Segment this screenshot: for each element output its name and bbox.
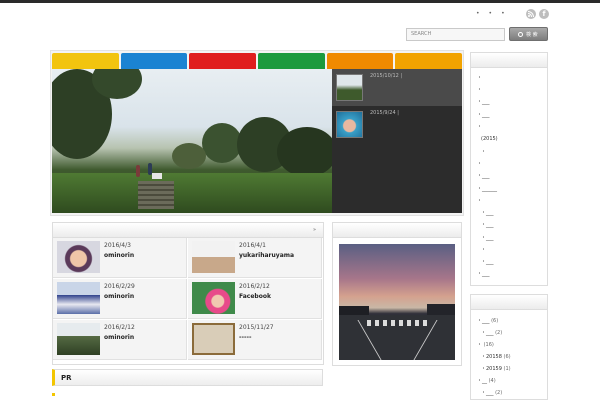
- sidebar-link-8[interactable]: ・: [477, 160, 482, 167]
- slide-date-1: 2015/10/12 |: [370, 73, 403, 79]
- post-thumb-3[interactable]: [57, 282, 100, 314]
- facebook-glyph: f: [542, 10, 546, 18]
- featured-slide-photo[interactable]: [52, 69, 332, 213]
- archive-link-7[interactable]: ・___ (2): [481, 389, 502, 396]
- post-author-3[interactable]: ominorin: [104, 293, 134, 300]
- color-nav-bar: [52, 53, 463, 69]
- search-input[interactable]: SEARCH: [406, 28, 505, 41]
- post-date-1: 2016/4/3: [104, 242, 131, 249]
- post-date-4: 2016/2/12: [239, 283, 270, 290]
- post-thumb-4[interactable]: [192, 282, 235, 314]
- post-author-2[interactable]: yukariharuyama: [239, 252, 294, 259]
- nav-tab-1[interactable]: [52, 53, 119, 69]
- pr-bullet: [52, 393, 55, 396]
- post-card-1[interactable]: 2016/4/3 ominorin: [53, 238, 187, 278]
- facebook-icon[interactable]: f: [539, 9, 549, 19]
- archive-link-1[interactable]: ・___ (6): [477, 317, 498, 324]
- rss-icon[interactable]: [526, 9, 536, 19]
- photo-widget-header: [333, 223, 461, 238]
- search-button-label: 検 索: [526, 32, 538, 38]
- archive-link-2[interactable]: ・___ (2): [481, 329, 502, 336]
- sidebar-link-5[interactable]: ・: [477, 123, 482, 130]
- post-card-4[interactable]: 2016/2/12 Facebook: [188, 279, 322, 319]
- slide-item-1[interactable]: 2015/10/12 |: [332, 69, 462, 106]
- sidebar-link-4[interactable]: ・___: [477, 111, 490, 118]
- post-author-4[interactable]: Facebook: [239, 293, 271, 300]
- archive-link-3[interactable]: ・ (16): [477, 341, 494, 348]
- more-link[interactable]: »: [313, 227, 316, 233]
- post-date-5: 2016/2/12: [104, 324, 135, 331]
- post-thumb-6[interactable]: [192, 323, 235, 355]
- slide-thumbnail-list: 2015/10/12 | 2015/9/24 |: [332, 69, 462, 213]
- nav-tab-4[interactable]: [258, 53, 325, 69]
- nav-tab-2[interactable]: [120, 53, 188, 69]
- post-card-5[interactable]: 2016/2/12 ominorin: [53, 320, 187, 360]
- sidebar-link-12[interactable]: ・___: [481, 209, 494, 216]
- post-date-3: 2016/2/29: [104, 283, 135, 290]
- slide-thumb-2: [336, 111, 363, 138]
- header-link-3[interactable]: •: [501, 10, 505, 18]
- post-author-1[interactable]: ominorin: [104, 252, 134, 259]
- sidebar-widget-header: [471, 53, 547, 68]
- nav-tab-3[interactable]: [189, 53, 257, 69]
- header-link-1[interactable]: •: [476, 10, 480, 18]
- post-thumb-1[interactable]: [57, 241, 100, 273]
- sidebar-link-9[interactable]: ・___: [477, 172, 490, 179]
- pr-title: PR: [61, 374, 72, 382]
- post-card-2[interactable]: 2016/4/1 yukariharuyama: [188, 238, 322, 278]
- header-links: • • •: [476, 10, 505, 18]
- sidebar-link-11[interactable]: ・: [477, 197, 482, 204]
- post-date-2: 2016/4/1: [239, 242, 266, 249]
- post-author-5[interactable]: ominorin: [104, 334, 134, 341]
- sidebar-link-10[interactable]: ・______: [477, 185, 497, 192]
- sidebar-link-13[interactable]: ・___: [481, 221, 494, 228]
- nav-tab-5[interactable]: [326, 53, 394, 69]
- pr-section-header: PR: [52, 369, 323, 386]
- sidebar-link-7[interactable]: ・: [481, 148, 486, 155]
- sidebar-link-3[interactable]: ・___: [477, 98, 490, 105]
- archive-link-5[interactable]: ・20159 (1): [481, 365, 511, 372]
- sidebar-link-2[interactable]: ・: [477, 86, 482, 93]
- sidebar-link-6[interactable]: (2015): [481, 136, 498, 142]
- post-date-6: 2015/11/27: [239, 324, 274, 331]
- post-card-6[interactable]: 2015/11/27 -----: [188, 320, 322, 360]
- sidebar-widget-menu: ・・・___ ・___ ・ (2015) ・・・___ ・______ ・・___ ・___ ・…: [470, 52, 548, 286]
- top-bar: [0, 0, 600, 3]
- post-thumb-5[interactable]: [57, 323, 100, 355]
- sidebar-link-17[interactable]: ・___: [477, 270, 490, 277]
- sidebar-link-16[interactable]: ・___: [481, 258, 494, 265]
- sidebar-widget-archive: ・___ (6) ・___ (2) ・ (16) ・20158 (6) ・20159 (…: [470, 294, 548, 400]
- nav-tab-6[interactable]: [395, 53, 463, 69]
- slide-date-2: 2015/9/24 |: [370, 110, 399, 116]
- search-icon: [518, 32, 523, 37]
- post-thumb-2[interactable]: [192, 241, 235, 273]
- archive-link-4[interactable]: ・20158 (6): [481, 353, 511, 360]
- sunset-street-photo[interactable]: [339, 244, 455, 360]
- sidebar-link-1[interactable]: ・: [477, 74, 482, 81]
- sidebar-link-14[interactable]: ・___: [481, 234, 494, 241]
- post-author-6[interactable]: -----: [239, 334, 251, 341]
- post-card-3[interactable]: 2016/2/29 ominorin: [53, 279, 187, 319]
- archive-link-6[interactable]: ・__ (4): [477, 377, 496, 384]
- recent-posts-header: »: [53, 223, 323, 238]
- header-link-2[interactable]: •: [489, 10, 493, 18]
- slide-item-2[interactable]: 2015/9/24 |: [332, 106, 462, 143]
- archive-widget-header: [471, 295, 547, 310]
- sidebar-link-15[interactable]: ・: [481, 246, 486, 253]
- slide-thumb-1: [336, 74, 363, 101]
- search-button[interactable]: 検 索: [509, 27, 548, 41]
